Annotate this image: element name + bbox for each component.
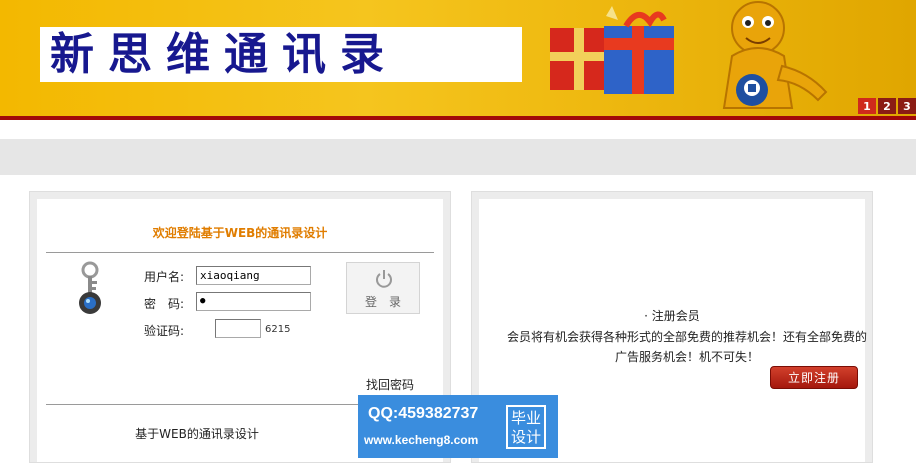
watermark: QQ:459382737 www.kecheng8.com 毕业设计 [358,395,558,458]
captcha-label: 验证码: [144,324,185,338]
register-heading: · 注册会员 [644,309,700,323]
gray-divider-strip [0,139,916,175]
welcome-heading: 欢迎登陆基于WEB的通讯录设计 [152,226,328,240]
register-description: 会员将有机会获得各种形式的全部免费的推荐机会！还有全部免费的广告服务机会！机不可… [507,330,868,364]
watermark-url: www.kecheng8.com [364,433,479,447]
forgot-password-link[interactable]: 找回密码 [366,376,414,393]
watermark-badge: 毕业设计 [506,405,546,449]
page-number-3[interactable]: 3 [898,98,916,114]
password-input[interactable]: ● [196,292,311,311]
site-title: 新思维通讯录 [50,29,398,80]
footer-caption: 基于WEB的通讯录设计 [135,427,259,441]
key-icon [79,261,101,314]
watermark-qq: QQ:459382737 [368,405,479,422]
header-banner: 新思维通讯录 1 2 3 [0,0,916,120]
divider [46,252,434,253]
captcha-code: 6215 [265,324,291,335]
page-number-1[interactable]: 1 [858,98,876,114]
page-number-2[interactable]: 2 [878,98,896,114]
captcha-input[interactable] [215,319,261,338]
login-button[interactable]: 登录 [346,262,420,314]
username-input[interactable]: xiaoqiang [196,266,311,285]
power-icon [376,270,392,288]
register-now-button[interactable]: 立即注册 [770,366,858,389]
password-label: 密 码: [144,297,185,311]
site-title-box: 新思维通讯录 [40,27,522,82]
username-label: 用户名: [144,270,185,284]
banner-pager: 1 2 3 [858,98,916,114]
login-button-label: 登录 [364,295,413,309]
